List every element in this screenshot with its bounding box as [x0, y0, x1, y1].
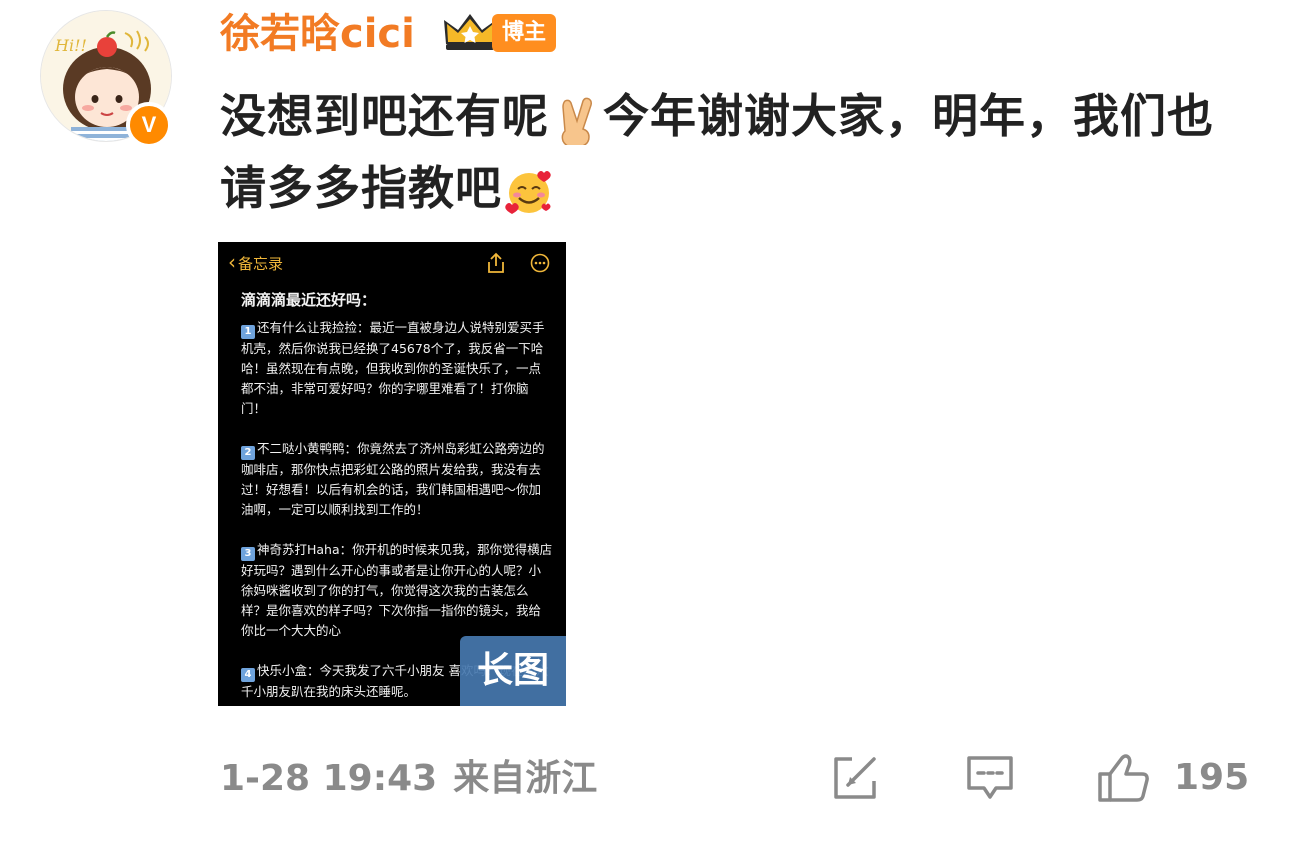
thumbs-up-icon	[1098, 754, 1149, 802]
note-paragraph: 3 神奇苏打Haha：你开机的时候来见我，那你觉得横店好玩吗？遇到什么开心的事或者…	[241, 540, 553, 641]
share-icon	[488, 252, 504, 273]
note-back-label: 备忘录	[238, 255, 284, 273]
post-meta: 1-28 19:43 来自浙江	[220, 755, 597, 803]
post-timestamp: 1-28 19:43	[220, 758, 438, 799]
post-text: 没想到吧还有呢 今年谢谢大家，明年，我们也请多多指教吧	[220, 80, 1230, 224]
repost-button[interactable]	[830, 752, 880, 804]
number-badge: 2	[241, 446, 255, 460]
more-icon	[530, 253, 550, 273]
comment-button[interactable]	[964, 752, 1016, 804]
blogger-badge: 博主	[492, 14, 557, 52]
crown-icon	[444, 14, 496, 50]
attached-image[interactable]: ‹ 备忘录 滴滴滴最近还好吗： 1 还有什么让我捡捡：最近一直被身边人说特别爱买手机…	[218, 242, 566, 706]
post-text-part-1: 没想到吧还有呢	[220, 89, 549, 143]
username[interactable]: 徐若晗cici	[220, 8, 415, 60]
note-paragraph: 1 还有什么让我捡捡：最近一直被身边人说特别爱买手机壳，然后你说我已经换了4567…	[241, 318, 553, 419]
number-badge: 4	[241, 668, 255, 682]
victory-hand-emoji-icon	[561, 97, 592, 145]
note-paragraph-text: 还有什么让我捡捡：最近一直被身边人说特别爱买手机壳，然后你说我已经换了45678…	[241, 320, 545, 416]
note-paragraph-text: 神奇苏打Haha：你开机的时候来见我，那你觉得横店好玩吗？遇到什么开心的事或者是…	[241, 542, 553, 638]
note-title: 滴滴滴最近还好吗：	[241, 291, 377, 309]
note-paragraph-text: 不二哒小黄鸭鸭：你竟然去了济州岛彩虹公路旁边的咖啡店，那你快点把彩虹公路的照片发…	[241, 441, 545, 517]
long-image-tag: 长图	[460, 636, 566, 706]
number-badge: 3	[241, 547, 255, 561]
avatar-container[interactable]: Hi!! V	[40, 10, 176, 148]
chevron-left-icon: ‹	[228, 250, 236, 274]
note-back-button: ‹ 备忘录	[228, 252, 283, 274]
post-location: 来自浙江	[453, 758, 598, 799]
weibo-post: Hi!! V 徐若晗cici 博主 没想到吧还有呢 今年谢谢大家，明年，我们也请…	[0, 0, 1290, 844]
note-topbar: ‹ 备忘录	[218, 242, 566, 284]
repost-icon	[834, 757, 876, 799]
like-count: 195	[1174, 757, 1250, 798]
smiling-face-with-hearts-emoji-icon	[505, 170, 551, 214]
number-badge: 1	[241, 325, 255, 339]
like-button[interactable]: 195	[1096, 752, 1249, 804]
avatar-handwriting: Hi!!	[54, 36, 87, 55]
comment-icon	[967, 756, 1013, 799]
note-paragraph: 2 不二哒小黄鸭鸭：你竟然去了济州岛彩虹公路旁边的咖啡店，那你快点把彩虹公路的照片…	[241, 439, 553, 520]
verified-badge: V	[126, 102, 172, 148]
